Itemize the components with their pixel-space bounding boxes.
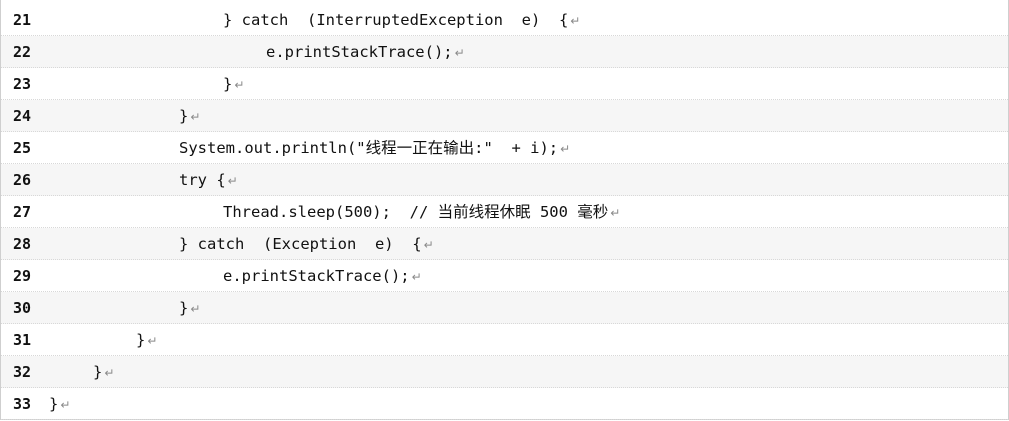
code-content: Thread.sleep(500); // 当前线程休眠 500 毫秒 — [223, 203, 609, 221]
code-content: } — [136, 331, 146, 349]
code-text: e.printStackTrace(); ↵ — [223, 260, 422, 292]
code-line: 22 e.printStackTrace(); ↵ — [1, 36, 1008, 68]
code-content: try { — [179, 171, 226, 189]
code-content: } — [223, 75, 233, 93]
code-line: 32 } ↵ — [1, 356, 1008, 388]
code-line: 26 try {↵ — [1, 164, 1008, 196]
carriage-return-icon: ↵ — [60, 398, 71, 412]
line-number: 29 — [13, 267, 32, 285]
line-number: 30 — [13, 299, 32, 317]
code-line: 25 System.out.println("线程一正在输出:" + i); ↵ — [1, 132, 1008, 164]
code-line: 30 } ↵ — [1, 292, 1008, 324]
code-line: 23 } ↵ — [1, 68, 1008, 100]
code-line: 28 } catch (Exception e) {↵ — [1, 228, 1008, 260]
code-text: } catch (Exception e) {↵ — [179, 228, 434, 260]
carriage-return-icon: ↵ — [411, 270, 422, 284]
line-number: 31 — [13, 331, 32, 349]
code-text: System.out.println("线程一正在输出:" + i); ↵ — [179, 132, 570, 164]
carriage-return-icon: ↵ — [570, 14, 581, 28]
code-content: } — [93, 363, 103, 381]
carriage-return-icon: ↵ — [227, 174, 238, 188]
code-content: e.printStackTrace(); — [223, 267, 410, 285]
code-text: Thread.sleep(500); // 当前线程休眠 500 毫秒 ↵ — [223, 196, 620, 228]
code-line: 33 } ↵ — [1, 388, 1008, 420]
code-text: } ↵ — [136, 324, 157, 356]
carriage-return-icon: ↵ — [234, 78, 245, 92]
line-number: 26 — [13, 171, 32, 189]
line-number: 32 — [13, 363, 32, 381]
code-content: } — [179, 107, 189, 125]
code-content: } — [179, 299, 189, 317]
carriage-return-icon: ↵ — [104, 366, 115, 380]
code-text: } ↵ — [93, 356, 114, 388]
carriage-return-icon: ↵ — [147, 334, 158, 348]
code-text: } catch (InterruptedException e) {↵ — [223, 4, 580, 36]
code-listing: 21 } catch (InterruptedException e) {↵ 2… — [0, 0, 1009, 420]
line-number: 21 — [13, 11, 32, 29]
code-content: } — [49, 395, 59, 413]
line-number: 33 — [13, 395, 32, 413]
code-line: 27 Thread.sleep(500); // 当前线程休眠 500 毫秒 ↵ — [1, 196, 1008, 228]
line-number: 22 — [13, 43, 32, 61]
code-text: try {↵ — [179, 164, 238, 196]
code-line: 31 } ↵ — [1, 324, 1008, 356]
carriage-return-icon: ↵ — [190, 302, 201, 316]
code-text: } ↵ — [179, 292, 200, 324]
line-number: 24 — [13, 107, 32, 125]
code-line: 21 } catch (InterruptedException e) {↵ — [1, 4, 1008, 36]
line-number: 28 — [13, 235, 32, 253]
code-content: } catch (Exception e) { — [179, 235, 422, 253]
carriage-return-icon: ↵ — [190, 110, 201, 124]
code-line: 24 } ↵ — [1, 100, 1008, 132]
line-number: 27 — [13, 203, 32, 221]
line-number: 25 — [13, 139, 32, 157]
carriage-return-icon: ↵ — [454, 46, 465, 60]
code-content: } catch (InterruptedException e) { — [223, 11, 569, 29]
code-content: e.printStackTrace(); — [266, 43, 453, 61]
line-number: 23 — [13, 75, 32, 93]
carriage-return-icon: ↵ — [423, 238, 434, 252]
code-content: System.out.println("线程一正在输出:" + i); — [179, 139, 559, 157]
carriage-return-icon: ↵ — [610, 206, 621, 220]
carriage-return-icon: ↵ — [560, 142, 571, 156]
code-line: 29 e.printStackTrace(); ↵ — [1, 260, 1008, 292]
code-text: } ↵ — [223, 68, 244, 100]
code-text: } ↵ — [49, 388, 70, 420]
code-text: e.printStackTrace(); ↵ — [266, 36, 465, 68]
code-text: } ↵ — [179, 100, 200, 132]
